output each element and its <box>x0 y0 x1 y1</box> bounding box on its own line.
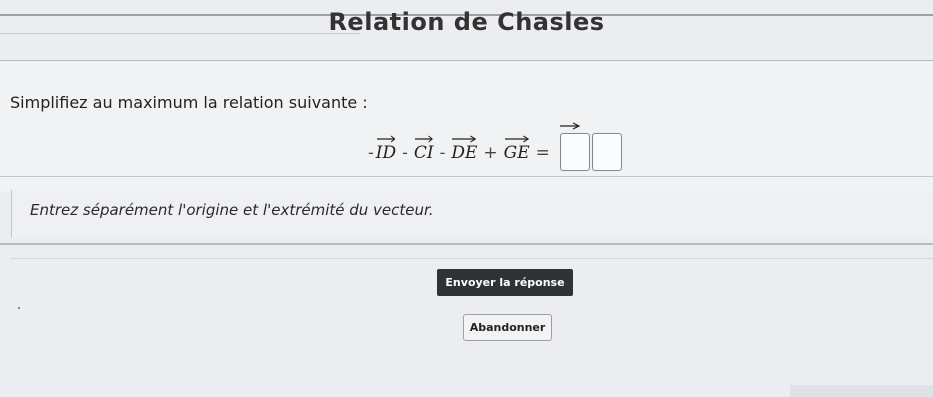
instruction-text: Simplifiez au maximum la relation suivan… <box>10 93 368 112</box>
page-title: Relation de Chasles <box>328 8 605 36</box>
vector-arrow-icon <box>376 135 396 143</box>
sign-4: + <box>483 143 498 163</box>
answer-inputs <box>559 122 622 171</box>
vector-term-4: GE <box>504 133 530 163</box>
vector-term-1: ID <box>376 133 396 163</box>
vector-term-3: DE <box>451 133 477 163</box>
endpoint-input[interactable] <box>591 133 622 171</box>
vector-arrow-icon <box>504 135 529 143</box>
vector-term-2: CI <box>414 133 434 163</box>
sign-1: - <box>368 143 374 163</box>
vector-arrow-icon <box>414 135 433 143</box>
sign-2: - <box>402 143 408 163</box>
hint-text: Entrez séparément l'origine et l'extrémi… <box>30 201 434 219</box>
vector-arrow-icon <box>559 115 581 130</box>
sign-3: - <box>439 143 446 163</box>
hint-box: Entrez séparément l'origine et l'extrémi… <box>11 190 933 238</box>
origin-input[interactable] <box>559 133 590 171</box>
hint-bottom-rule <box>0 243 933 245</box>
abandon-button[interactable]: Abandonner <box>463 314 552 341</box>
equals-sign: = <box>535 143 550 163</box>
submit-answer-button[interactable]: Envoyer la réponse <box>437 269 573 296</box>
stray-dot <box>18 307 20 309</box>
hint-bottom-rule-secondary <box>10 258 933 259</box>
hint-divider <box>0 176 933 177</box>
bottom-shade <box>790 385 933 397</box>
header-divider <box>0 60 933 61</box>
vector-arrow-icon <box>452 135 477 143</box>
vector-equation: - ID - CI - DE + GE = <box>368 113 622 171</box>
